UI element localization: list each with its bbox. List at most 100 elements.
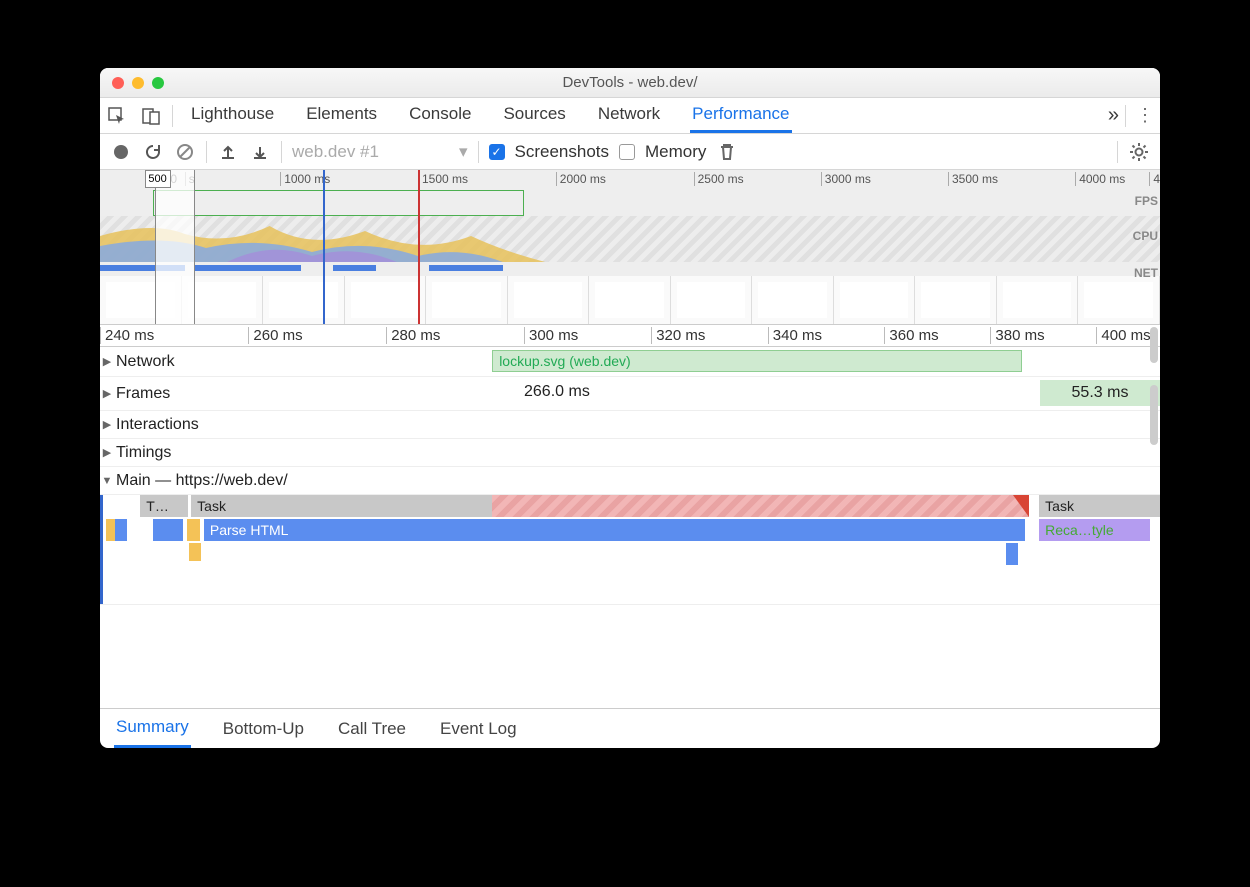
overview-ruler: 500s1000 ms1500 ms2000 ms2500 ms3000 ms3… (100, 170, 1160, 190)
tab-performance[interactable]: Performance (690, 98, 791, 133)
separator (1125, 105, 1126, 127)
timings-track[interactable]: ▶ Timings (100, 439, 1160, 467)
details-tab-call-tree[interactable]: Call Tree (336, 711, 408, 747)
script-bar[interactable] (187, 519, 200, 541)
task-bar-label: Task (197, 498, 226, 514)
separator (172, 105, 173, 127)
profile-selector[interactable]: web.dev #1 ▾ (292, 142, 468, 162)
details-tab-event-log[interactable]: Event Log (438, 711, 519, 747)
network-track-label: Network (114, 353, 175, 371)
interactions-track-label: Interactions (114, 416, 199, 434)
tab-elements[interactable]: Elements (304, 98, 379, 133)
overview-fps-bars (153, 190, 524, 216)
memory-checkbox[interactable] (619, 144, 635, 160)
clear-icon[interactable] (174, 141, 196, 163)
frame-duration-mid: 266.0 ms (524, 383, 590, 401)
overview-cpu-label: CPU (1133, 229, 1158, 243)
vertical-scrollbar[interactable] (1150, 385, 1158, 445)
ruler-tick: 380 ms (990, 327, 1044, 344)
overview-tick: 45 (1149, 172, 1160, 186)
script-bar[interactable] (115, 519, 127, 541)
main-flamechart[interactable]: T… Task Task Parse HTML Reca…tyle (100, 495, 1160, 605)
reload-icon[interactable] (142, 141, 164, 163)
details-tab-bottom-up[interactable]: Bottom-Up (221, 711, 306, 747)
interactions-track[interactable]: ▶ Interactions (100, 411, 1160, 439)
separator (281, 141, 282, 163)
network-track[interactable]: ▶ Network lockup.svg (web.dev) (100, 347, 1160, 377)
overview-net-lane (100, 264, 1160, 274)
task-bar[interactable]: T… (140, 495, 188, 517)
long-task-warning-icon (1013, 495, 1029, 517)
parse-html-bar[interactable]: Parse HTML (204, 519, 1026, 541)
load-profile-icon[interactable] (217, 141, 239, 163)
separator (1117, 141, 1118, 163)
details-tab-summary[interactable]: Summary (114, 709, 191, 748)
separator (206, 141, 207, 163)
more-options-icon[interactable]: ⋮ (1130, 105, 1160, 126)
screenshots-label: Screenshots (515, 142, 610, 162)
overview-net-label: NET (1134, 266, 1158, 280)
main-track-header[interactable]: ▼ Main — https://web.dev/ (100, 467, 1160, 495)
overview-tick: 3500 ms (948, 172, 998, 186)
frames-track-label: Frames (114, 385, 170, 403)
task-bar-label: T… (146, 498, 169, 514)
ruler-tick: 340 ms (768, 327, 822, 344)
save-profile-icon[interactable] (249, 141, 271, 163)
overview-handle-label: 500 (148, 173, 166, 185)
overview-timeline[interactable]: 500s1000 ms1500 ms2000 ms2500 ms3000 ms3… (100, 170, 1160, 325)
panel-tabstrip: Lighthouse Elements Console Sources Network P… (100, 98, 1160, 134)
window-title: DevTools - web.dev/ (100, 74, 1160, 91)
expand-icon[interactable]: ▶ (100, 355, 114, 368)
tab-network[interactable]: Network (596, 98, 662, 133)
parse-html-label: Parse HTML (210, 522, 289, 538)
vertical-scrollbar[interactable] (1150, 327, 1158, 363)
collapse-icon[interactable]: ▼ (100, 475, 114, 487)
frames-track[interactable]: ▶ Frames 266.0 ms 55.3 ms (100, 377, 1160, 411)
overview-screenshots (100, 276, 1160, 324)
tab-console[interactable]: Console (407, 98, 473, 133)
script-bar[interactable] (153, 519, 183, 541)
detail-ruler: 240 ms260 ms280 ms300 ms320 ms340 ms360 … (100, 325, 1160, 347)
task-bar[interactable]: Task (191, 495, 1028, 517)
device-toolbar-icon[interactable] (134, 98, 168, 134)
frame-duration-right: 55.3 ms (1072, 384, 1129, 402)
titlebar: DevTools - web.dev/ (100, 68, 1160, 98)
tabs-overflow-icon[interactable]: » (1106, 98, 1121, 133)
screenshots-checkbox[interactable]: ✓ (489, 144, 505, 160)
recalc-style-label: Reca…tyle (1045, 522, 1113, 538)
devtools-window: DevTools - web.dev/ Lighthouse Elements Co… (100, 68, 1160, 748)
ruler-tick: 300 ms (524, 327, 578, 344)
expand-icon[interactable]: ▶ (100, 418, 114, 431)
tab-lighthouse[interactable]: Lighthouse (189, 98, 276, 133)
task-bar-label: Task (1045, 498, 1074, 514)
timeline-cursor (100, 495, 103, 604)
record-icon[interactable] (110, 141, 132, 163)
overview-tick: 2000 ms (556, 172, 606, 186)
overview-selection-handle[interactable]: 500 (145, 170, 171, 188)
long-task-stripe (492, 495, 1028, 517)
memory-label: Memory (645, 142, 706, 162)
trash-icon[interactable] (716, 141, 738, 163)
overview-tick: 3000 ms (821, 172, 871, 186)
inspect-element-icon[interactable] (100, 98, 134, 134)
details-tabbar: Summary Bottom-Up Call Tree Event Log (100, 708, 1160, 748)
script-bar[interactable] (189, 543, 201, 561)
script-bar[interactable] (1006, 543, 1018, 565)
flamechart-area[interactable]: 240 ms260 ms280 ms300 ms320 ms340 ms360 … (100, 325, 1160, 708)
frame-block-right[interactable]: 55.3 ms (1040, 380, 1160, 406)
task-bar[interactable]: Task (1039, 495, 1160, 517)
overview-red-marker (418, 170, 420, 324)
network-item[interactable]: lockup.svg (web.dev) (492, 350, 1022, 372)
overview-fps-label: FPS (1135, 194, 1158, 208)
separator (478, 141, 479, 163)
expand-icon[interactable]: ▶ (100, 446, 114, 459)
settings-gear-icon[interactable] (1128, 141, 1150, 163)
recalc-style-bar[interactable]: Reca…tyle (1039, 519, 1150, 541)
expand-icon[interactable]: ▶ (100, 387, 114, 400)
chevron-down-icon: ▾ (459, 142, 468, 162)
panel-tabs: Lighthouse Elements Console Sources Network P… (189, 98, 792, 133)
tab-sources[interactable]: Sources (501, 98, 567, 133)
overview-selection[interactable] (155, 170, 195, 324)
profile-selector-label: web.dev #1 (292, 142, 379, 162)
ruler-tick: 280 ms (386, 327, 440, 344)
